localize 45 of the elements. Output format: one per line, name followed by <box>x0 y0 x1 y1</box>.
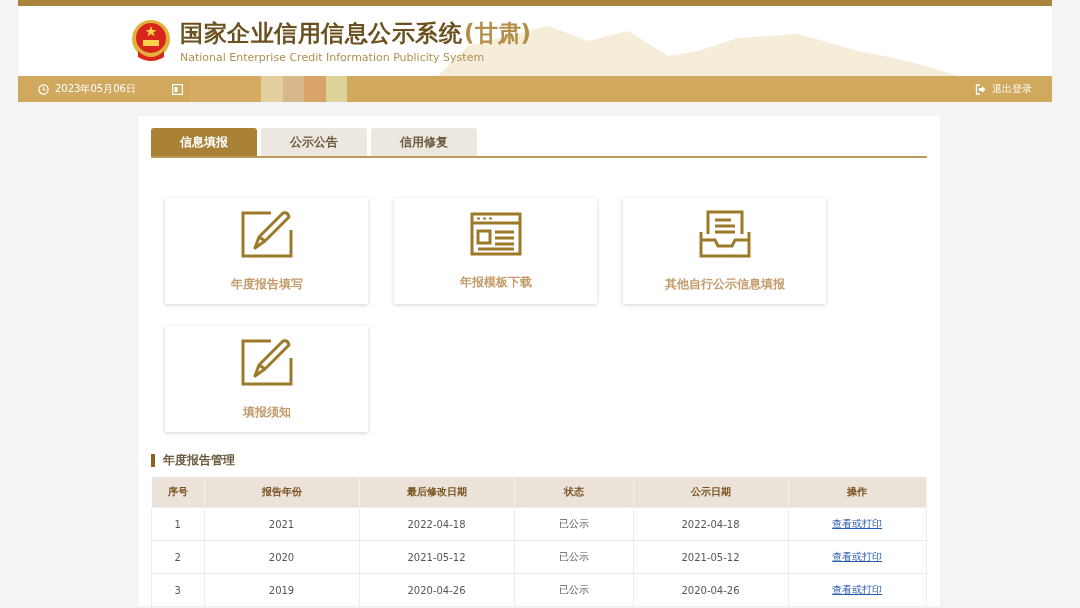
edit-icon <box>240 209 293 258</box>
menu-tile[interactable]: 年报模板下载 <box>394 198 597 304</box>
tab[interactable]: 公示公告 <box>261 128 367 156</box>
table-cell: 已公示 <box>514 573 633 607</box>
current-date: 2023年05月06日 <box>55 82 136 96</box>
site-subtitle: National Enterprise Credit Information Publicity System <box>180 51 486 64</box>
logout-icon <box>975 83 986 95</box>
column-header: 公示日期 <box>633 477 788 508</box>
region-label: (甘肃) <box>464 19 532 48</box>
table-cell: 2022-04-18 <box>633 507 788 541</box>
logout-link[interactable]: 退出登录 <box>975 82 1032 96</box>
menu-tile[interactable]: 年度报告填写 <box>165 198 368 304</box>
table-cell: 已公示 <box>514 540 633 574</box>
table-cell: 1 <box>151 507 204 541</box>
column-header: 报告年份 <box>204 477 359 508</box>
column-header: 最后修改日期 <box>359 477 514 508</box>
section-title: 年度报告管理 <box>163 452 235 469</box>
national-emblem-icon <box>130 19 172 63</box>
table-cell: 3 <box>151 573 204 607</box>
table-cell: 2022-04-18 <box>359 507 514 541</box>
site-title: 国家企业信用信息公示系统 <box>180 19 462 48</box>
table-cell: 已公示 <box>514 507 633 541</box>
column-header: 操作 <box>788 477 927 508</box>
clock-icon <box>38 83 49 95</box>
menu-tile[interactable]: 其他自行公示信息填报 <box>623 198 826 304</box>
view-print-link[interactable]: 查看或打印 <box>832 584 883 595</box>
table-cell: 2021-05-12 <box>359 540 514 574</box>
table-cell: 2020-04-26 <box>359 573 514 607</box>
id-card-icon <box>171 83 183 95</box>
inbox-icon <box>698 209 751 258</box>
view-print-link[interactable]: 查看或打印 <box>832 551 883 562</box>
template-icon <box>469 211 522 256</box>
tab[interactable]: 信息填报 <box>151 128 257 156</box>
table-cell: 2021-05-12 <box>633 540 788 574</box>
table-cell: 2020-04-26 <box>633 573 788 607</box>
column-header: 状态 <box>514 477 633 508</box>
edit-icon <box>240 337 293 386</box>
view-print-link[interactable]: 查看或打印 <box>832 518 883 529</box>
tab[interactable]: 信用修复 <box>371 128 477 156</box>
table-cell: 2 <box>151 540 204 574</box>
column-header: 序号 <box>151 477 204 508</box>
menu-tile[interactable]: 填报须知 <box>165 326 368 432</box>
table-cell: 2021 <box>204 507 359 541</box>
table-cell: 2020 <box>204 540 359 574</box>
table-cell: 2019 <box>204 573 359 607</box>
